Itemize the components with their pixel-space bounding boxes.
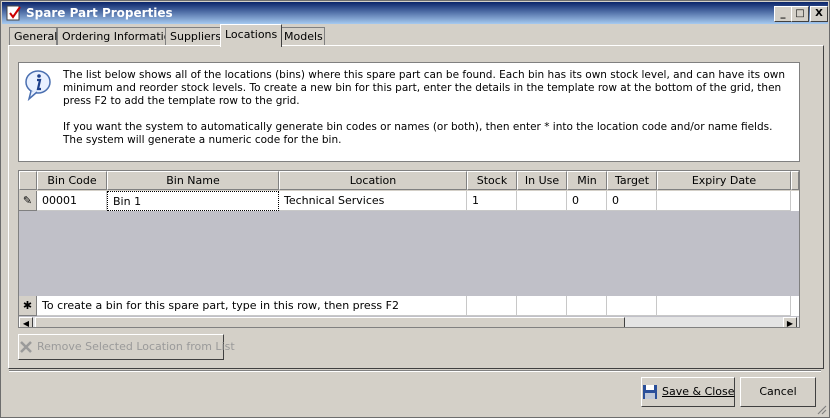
col-header-min[interactable]: Min bbox=[567, 171, 607, 190]
remove-x-icon bbox=[20, 341, 32, 353]
maximize-button[interactable]: □ bbox=[791, 6, 809, 22]
minimize-button[interactable]: _ bbox=[774, 6, 792, 22]
footer-divider bbox=[9, 370, 821, 372]
remove-location-label: Remove Selected Location from List bbox=[37, 340, 235, 353]
col-header-bin-code[interactable]: Bin Code bbox=[37, 171, 107, 190]
col-header-expiry-date[interactable]: Expiry Date bbox=[657, 171, 791, 190]
app-icon bbox=[6, 5, 21, 21]
cell-bin-name[interactable]: Bin 1 bbox=[107, 191, 279, 211]
template-row-icon[interactable]: ✱ bbox=[19, 296, 37, 316]
horizontal-scrollbar[interactable]: ◀ ▶ bbox=[19, 317, 799, 327]
cell-min[interactable]: 0 bbox=[567, 191, 607, 211]
tab-models[interactable]: Models bbox=[279, 27, 325, 46]
tab-ordering-information[interactable]: Ordering Information bbox=[57, 27, 177, 46]
info-paragraph-1: The list below shows all of the location… bbox=[63, 69, 786, 107]
remove-location-button[interactable]: Remove Selected Location from List bbox=[18, 334, 235, 360]
window-title: Spare Part Properties bbox=[26, 6, 173, 20]
template-cell-target[interactable] bbox=[607, 296, 657, 316]
locations-grid[interactable]: Bin Code Bin Name Location Stock In Use … bbox=[18, 170, 800, 328]
cell-location[interactable]: Technical Services bbox=[279, 191, 467, 211]
tab-general[interactable]: General bbox=[9, 27, 57, 46]
template-row-text[interactable]: To create a bin for this spare part, typ… bbox=[37, 296, 467, 316]
cell-target[interactable]: 0 bbox=[607, 191, 657, 211]
info-icon bbox=[25, 70, 51, 101]
table-row[interactable]: ✎ 00001 Bin 1 Technical Services 1 0 0 bbox=[19, 191, 799, 211]
tab-locations[interactable]: Locations bbox=[220, 24, 282, 47]
template-cell-expiry-date[interactable] bbox=[657, 296, 791, 316]
row-edit-icon[interactable]: ✎ bbox=[19, 191, 37, 211]
template-cell-stock[interactable] bbox=[467, 296, 517, 316]
info-box: The list below shows all of the location… bbox=[18, 62, 800, 162]
col-header-stock[interactable]: Stock bbox=[467, 171, 517, 190]
cancel-button[interactable]: Cancel bbox=[740, 377, 816, 407]
resize-grip-icon[interactable] bbox=[815, 403, 827, 415]
template-row[interactable]: ✱ To create a bin for this spare part, t… bbox=[19, 296, 799, 316]
info-paragraph-2: If you want the system to automatically … bbox=[63, 121, 773, 146]
cell-bin-code[interactable]: 00001 bbox=[37, 191, 107, 211]
close-icon: X bbox=[815, 8, 823, 19]
col-header-in-use[interactable]: In Use bbox=[517, 171, 567, 190]
spare-part-properties-window: Spare Part Properties _ □ X General Orde… bbox=[0, 0, 830, 418]
save-close-button[interactable]: Save & Close bbox=[641, 377, 735, 407]
grid-header: Bin Code Bin Name Location Stock In Use … bbox=[19, 171, 799, 191]
info-text: The list below shows all of the location… bbox=[63, 69, 793, 160]
maximize-icon: □ bbox=[795, 8, 805, 19]
tab-suppliers[interactable]: Suppliers bbox=[165, 27, 223, 46]
cell-in-use[interactable] bbox=[517, 191, 567, 211]
scroll-right-icon[interactable]: ▶ bbox=[783, 317, 797, 327]
template-cell-min[interactable] bbox=[567, 296, 607, 316]
cell-expiry-date[interactable] bbox=[657, 191, 791, 211]
title-bar[interactable]: Spare Part Properties _ □ X bbox=[2, 2, 828, 24]
cancel-label: Cancel bbox=[759, 385, 797, 398]
col-header-filler bbox=[791, 171, 799, 190]
scroll-thumb[interactable] bbox=[35, 317, 625, 327]
grid-empty-area bbox=[19, 211, 799, 295]
grid-corner bbox=[19, 171, 37, 190]
scroll-left-icon[interactable]: ◀ bbox=[19, 317, 33, 327]
col-header-location[interactable]: Location bbox=[279, 171, 467, 190]
template-cell-in-use[interactable] bbox=[517, 296, 567, 316]
locations-panel: The list below shows all of the location… bbox=[8, 45, 824, 369]
col-header-target[interactable]: Target bbox=[607, 171, 657, 190]
floppy-disk-icon bbox=[643, 385, 657, 399]
close-button[interactable]: X bbox=[810, 6, 828, 22]
minimize-icon: _ bbox=[780, 8, 786, 19]
col-header-bin-name[interactable]: Bin Name bbox=[107, 171, 279, 190]
cell-stock[interactable]: 1 bbox=[467, 191, 517, 211]
save-close-label: Save & Close bbox=[662, 385, 735, 398]
